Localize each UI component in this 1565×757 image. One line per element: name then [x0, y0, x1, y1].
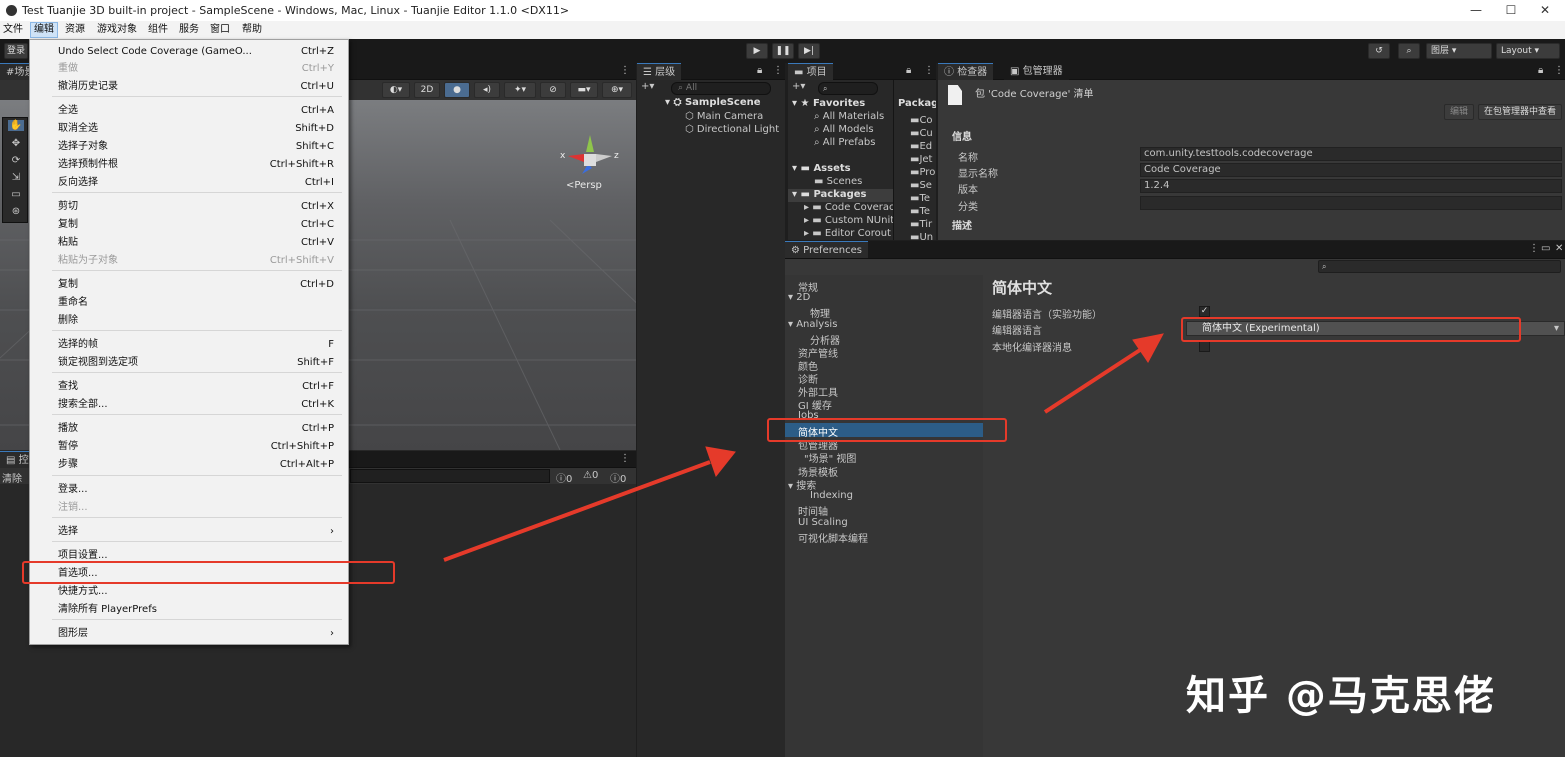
annotation-arrows: [443, 333, 1164, 562]
watermark: 知乎 @马克思佬: [1186, 673, 1496, 719]
